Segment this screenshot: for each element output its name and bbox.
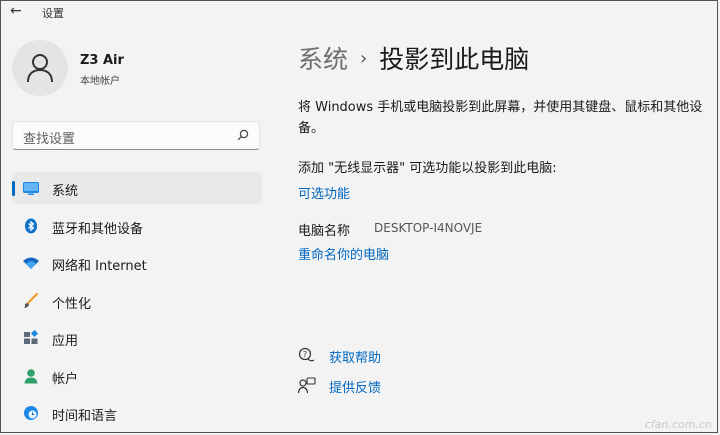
breadcrumb-root[interactable]: 系统 [298,45,348,74]
page-description: 将 Windows 手机或电脑投影到此屏幕，并使用其键盘、鼠标和其他设备。 [298,100,703,136]
search-icon [237,129,249,141]
person-icon [27,54,53,83]
user-name: Z3 Air [80,53,124,68]
person-icon [24,368,38,383]
sidebar-item-system[interactable]: 系统 [12,172,262,204]
sidebar-item-label: 应用 [52,334,79,349]
page-title: 投影到此电脑 [379,45,530,74]
rename-pc-link[interactable]: 重命名你的电脑 [298,244,389,263]
help-icon: ? [298,347,315,362]
account-type: 本地帐户 [80,76,120,87]
get-help-link[interactable]: 获取帮助 [329,347,381,366]
breadcrumb: 系统 › 投影到此电脑 [298,40,529,76]
sidebar-item-time-language[interactable]: 时间和语言 [12,397,262,429]
app-title: 设置 [42,7,64,20]
wifi-icon [23,257,39,269]
globe-clock-icon [24,406,38,420]
watermark: cfan.com.cn [644,418,712,431]
sidebar-item-label: 时间和语言 [52,409,118,424]
sidebar-item-label: 网络和 Internet [52,259,147,274]
sidebar-item-bluetooth[interactable]: 蓝牙和其他设备 [12,210,262,242]
svg-text:?: ? [303,350,307,359]
sidebar-item-label: 系统 [52,184,79,199]
back-arrow-icon[interactable]: ← [10,3,22,19]
sidebar-item-network[interactable]: 网络和 Internet [12,247,262,279]
pc-name-label: 电脑名称 [298,224,351,239]
pc-name-value: DESKTOP-I4NOVJE [374,221,483,235]
selection-indicator [12,181,15,196]
brush-icon [24,292,39,308]
feedback-link[interactable]: 提供反馈 [329,377,381,396]
avatar[interactable] [12,40,68,96]
bluetooth-icon [25,218,37,233]
apps-icon [24,330,39,344]
search-input[interactable]: 查找设置 [23,128,75,147]
monitor-icon [23,182,39,195]
sidebar-item-label: 帐户 [52,371,79,387]
sidebar-item-apps[interactable]: 应用 [12,322,262,354]
sidebar-item-label: 蓝牙和其他设备 [52,221,144,237]
optional-features-link[interactable]: 可选功能 [298,183,350,202]
search-box[interactable]: 查找设置 [12,121,260,150]
sidebar-nav: 系统 蓝牙和其他设备 网络和 Internet 个性化 应用 帐户 时间和语言 [12,172,262,435]
feedback-icon [298,377,316,394]
add-feature-text: 添加 "无线显示器" 可选功能以投影到此电脑: [298,161,557,176]
sidebar-item-accounts[interactable]: 帐户 [12,360,262,392]
sidebar-item-personalization[interactable]: 个性化 [12,285,262,317]
sidebar-item-label: 个性化 [52,296,92,312]
title-bar: ← 设置 [0,0,720,24]
chevron-right-icon: › [360,48,368,69]
